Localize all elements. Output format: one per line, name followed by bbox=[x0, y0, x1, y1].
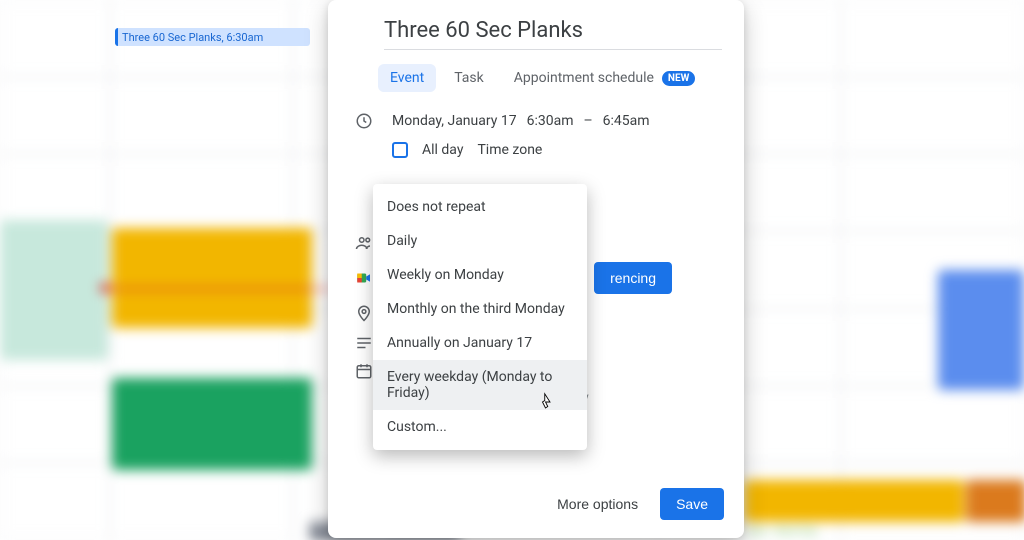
timezone-link[interactable]: Time zone bbox=[477, 142, 542, 158]
event-date[interactable]: Monday, January 17 bbox=[392, 113, 517, 129]
event-title-input[interactable]: Three 60 Sec Planks bbox=[384, 18, 722, 50]
bg-event-pill[interactable]: Three 60 Sec Planks, 6:30am bbox=[115, 28, 310, 46]
mouse-cursor-icon bbox=[538, 392, 556, 412]
time-dash: – bbox=[583, 113, 592, 129]
recurrence-option-none[interactable]: Does not repeat bbox=[373, 190, 587, 224]
recurrence-option-annually[interactable]: Annually on January 17 bbox=[373, 326, 587, 360]
type-tabs: Event Task Appointment schedule NEW bbox=[378, 64, 744, 92]
tab-appt-label: Appointment schedule bbox=[514, 70, 654, 86]
more-options-button[interactable]: More options bbox=[551, 488, 644, 520]
all-day-checkbox[interactable] bbox=[392, 142, 408, 158]
recurrence-option-custom[interactable]: Custom... bbox=[373, 410, 587, 444]
datetime-row[interactable]: Monday, January 17 6:30am – 6:45am bbox=[328, 106, 744, 136]
bg-event-gym2: Gym - Back Day bbox=[748, 526, 898, 540]
event-end-time[interactable]: 6:45am bbox=[603, 113, 650, 129]
add-conferencing-button[interactable]: rencing bbox=[594, 262, 672, 294]
recurrence-option-monthly[interactable]: Monthly on the third Monday bbox=[373, 292, 587, 326]
recurrence-option-weekly[interactable]: Weekly on Monday bbox=[373, 258, 587, 292]
new-badge: NEW bbox=[662, 71, 695, 86]
all-day-label: All day bbox=[422, 142, 463, 158]
recurrence-option-daily[interactable]: Daily bbox=[373, 224, 587, 258]
event-start-time[interactable]: 6:30am bbox=[527, 113, 574, 129]
clock-icon bbox=[350, 112, 378, 130]
tab-task[interactable]: Task bbox=[442, 64, 496, 92]
tab-appointment-schedule[interactable]: Appointment schedule NEW bbox=[502, 64, 708, 92]
tab-event[interactable]: Event bbox=[378, 64, 436, 92]
save-button[interactable]: Save bbox=[660, 488, 724, 520]
